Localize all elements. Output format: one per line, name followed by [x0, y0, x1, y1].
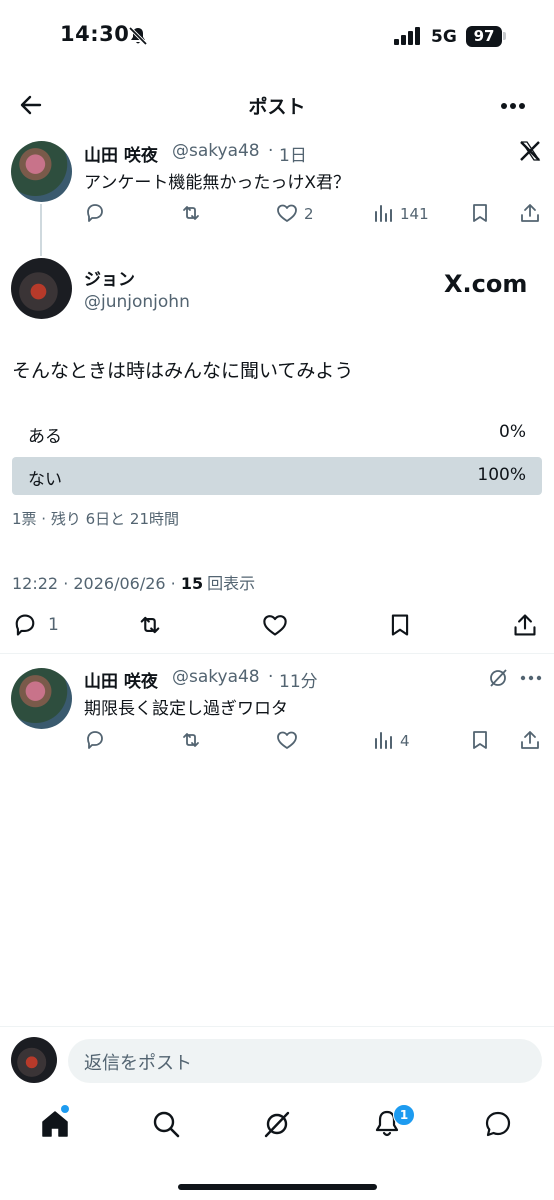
- poll-option[interactable]: ない 100%: [12, 457, 542, 495]
- thread-connector: [40, 204, 42, 256]
- author-name[interactable]: 山田 咲夜: [84, 667, 158, 692]
- messages-icon[interactable]: [483, 1109, 513, 1139]
- status-time: 14:30: [60, 22, 130, 46]
- views-icon[interactable]: [372, 202, 394, 224]
- battery-nub: [503, 32, 506, 40]
- like-icon[interactable]: [261, 612, 289, 638]
- reply-icon[interactable]: [84, 202, 106, 224]
- battery-level: 97: [466, 26, 502, 47]
- avatar[interactable]: [11, 258, 72, 319]
- reply-icon[interactable]: [84, 729, 106, 751]
- reply-count: 1: [48, 615, 59, 635]
- share-icon[interactable]: [512, 612, 538, 638]
- reply-placeholder: 返信をポスト: [84, 1053, 192, 1074]
- author-handle[interactable]: @junjonjohn: [84, 292, 190, 312]
- post-text: 期限長く設定し過ぎワロタ: [84, 699, 288, 719]
- signal-icon: [394, 27, 420, 45]
- avatar[interactable]: [11, 668, 72, 729]
- share-icon[interactable]: [519, 202, 541, 224]
- view-count: 4: [400, 732, 410, 750]
- separator-dot: ·: [268, 667, 274, 687]
- unread-dot: [61, 1105, 69, 1113]
- post-timestamp: 12:22 · 2026/06/26 · 15 回表示: [12, 570, 255, 594]
- bookmark-icon[interactable]: [469, 202, 491, 224]
- share-icon[interactable]: [519, 729, 541, 751]
- like-icon[interactable]: [276, 202, 298, 224]
- like-icon[interactable]: [276, 729, 298, 751]
- network-type: 5G: [431, 27, 457, 47]
- home-indicator: [178, 1184, 377, 1190]
- x-logo-icon: [520, 141, 541, 161]
- bell-muted-icon: [128, 26, 148, 46]
- divider: [0, 653, 554, 654]
- author-name[interactable]: ジョン: [84, 265, 135, 290]
- avatar[interactable]: [11, 141, 72, 202]
- notification-badge: 1: [393, 1104, 415, 1126]
- page-title: ポスト: [248, 96, 306, 118]
- reply-icon[interactable]: [12, 612, 38, 638]
- poll-option-label: ない: [28, 470, 62, 490]
- poll-bar: [12, 457, 542, 495]
- post-time[interactable]: 11分: [279, 667, 318, 692]
- author-name[interactable]: 山田 咲夜: [84, 141, 158, 166]
- like-count: 2: [304, 205, 314, 223]
- bookmark-icon[interactable]: [387, 612, 413, 638]
- search-icon[interactable]: [151, 1109, 181, 1139]
- view-count: 141: [400, 205, 429, 223]
- post-time[interactable]: 1日: [279, 141, 307, 166]
- divider: [0, 1026, 554, 1027]
- views-icon[interactable]: [372, 729, 394, 751]
- post-text: アンケート機能無かったっけX君？: [84, 173, 350, 193]
- author-handle[interactable]: @sakya48: [172, 141, 260, 161]
- home-icon[interactable]: [40, 1109, 70, 1139]
- repost-icon[interactable]: [180, 202, 202, 224]
- poll-option-label: ある: [28, 427, 62, 447]
- poll-option-percent: 0%: [499, 422, 526, 442]
- bookmark-icon[interactable]: [469, 729, 491, 751]
- more-options-icon[interactable]: [500, 102, 526, 110]
- grok-icon[interactable]: [487, 667, 509, 689]
- author-handle[interactable]: @sakya48: [172, 667, 260, 687]
- poll-option-percent: 100%: [477, 465, 526, 485]
- views-count[interactable]: 15: [181, 574, 203, 593]
- composer-avatar: [11, 1037, 57, 1083]
- brand-label: X.com: [444, 270, 528, 298]
- views-label: 回表示: [207, 574, 256, 593]
- post-text: そんなときは時はみんなに聞いてみよう: [12, 360, 354, 382]
- timestamp-text: 12:22 · 2026/06/26 ·: [12, 574, 181, 593]
- grok-icon[interactable]: [262, 1109, 292, 1139]
- more-options-icon[interactable]: [520, 675, 542, 681]
- repost-icon[interactable]: [180, 729, 202, 751]
- poll-meta: 1票 · 残り 6日と 21時間: [12, 510, 180, 528]
- poll-option[interactable]: ある 0%: [12, 414, 542, 452]
- separator-dot: ·: [268, 141, 274, 161]
- repost-icon[interactable]: [136, 612, 164, 638]
